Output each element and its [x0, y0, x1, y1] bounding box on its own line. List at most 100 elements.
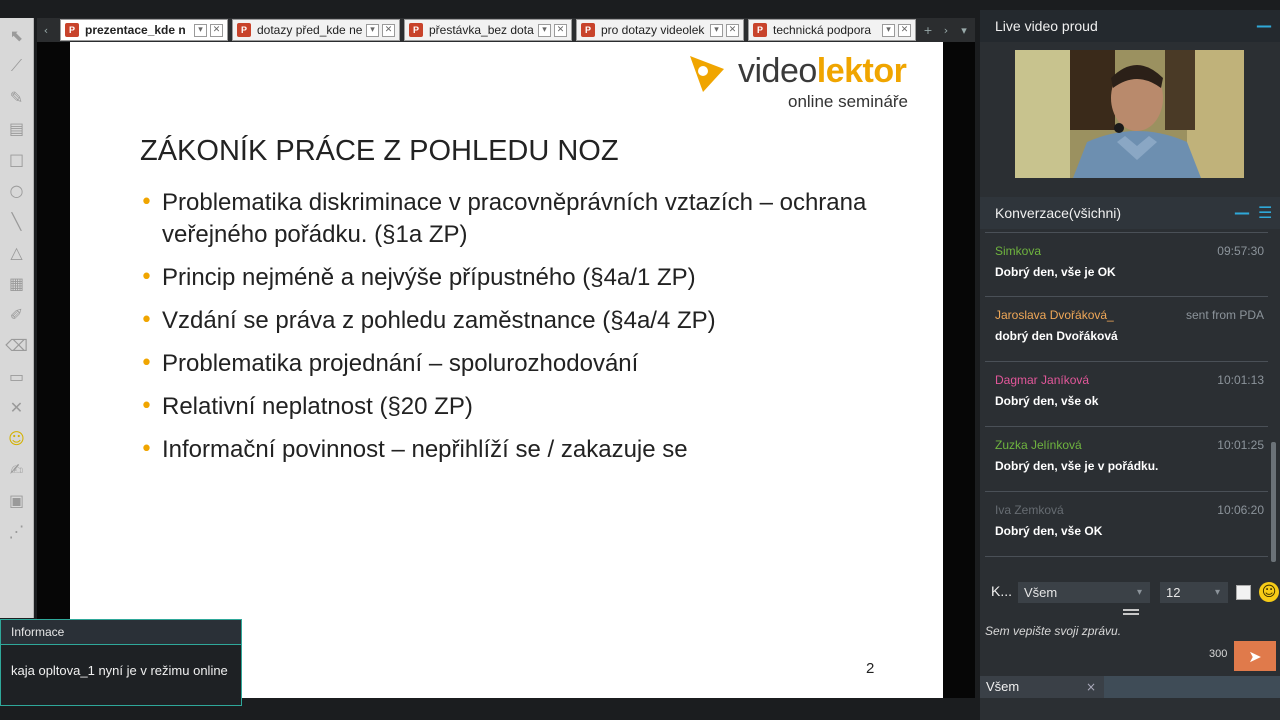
- tab-dropdown-icon[interactable]: ▾: [710, 23, 723, 37]
- message-text: Dobrý den, vše je v pořádku.: [995, 459, 1159, 473]
- tab-close-icon[interactable]: ✕: [554, 23, 567, 37]
- emoji-picker-icon[interactable]: ☺: [1259, 582, 1279, 602]
- video-minimize-icon[interactable]: —: [1256, 10, 1272, 42]
- chat-message: Jaroslava Dvořáková_ sent from PDA dobrý…: [985, 297, 1268, 362]
- bullet-text: Problematika projednání – spolurozhodová…: [162, 350, 639, 377]
- chevron-down-icon: ▾: [1136, 587, 1142, 598]
- bullet-text: Relativní neplatnost (§20 ZP): [162, 393, 473, 420]
- conversation-menu-icon[interactable]: ☰: [1258, 197, 1272, 229]
- eraser-tool-icon[interactable]: ⌫: [3, 331, 31, 359]
- pointer-tool-icon[interactable]: ⬉: [3, 21, 31, 49]
- tab-close-icon[interactable]: ✕: [898, 23, 911, 37]
- message-text: dobrý den Dvořáková: [995, 329, 1118, 343]
- tab-dropdown-icon[interactable]: ▾: [882, 23, 895, 37]
- videolektor-logo: videolektor online semináře: [685, 52, 925, 122]
- message-time: sent from PDA: [1185, 308, 1264, 322]
- powerpoint-icon: P: [581, 23, 595, 37]
- video-panel-title: Live video proud: [995, 18, 1098, 34]
- slide-bullet: • Problematika diskriminace v pracovněprá…: [140, 187, 900, 251]
- powerpoint-icon: P: [753, 23, 767, 37]
- close-icon[interactable]: ×: [1086, 676, 1096, 698]
- diagonal-line-tool-icon[interactable]: ╲: [3, 207, 31, 235]
- bullet-icon: •: [140, 190, 153, 215]
- slide-bullet: • Vzdání se práva z pohledu zaměstnance (…: [140, 305, 900, 337]
- folder-tool-icon[interactable]: ▭: [3, 362, 31, 390]
- drawing-toolbar: ⬉ ⟋ ✎ ▤ □ ○ ╲ △ ▦ ✐ ⌫ ▭ ✕ ☺ ✍ ▣ ⋰: [0, 18, 34, 618]
- slide-bullet: • Informační povinnost – nepřihlíží se / …: [140, 434, 900, 466]
- conversation-minimize-icon[interactable]: —: [1234, 197, 1250, 229]
- line-tool-icon[interactable]: ⟋: [3, 52, 31, 80]
- message-text: Dobrý den, vše OK: [995, 524, 1103, 538]
- tabs-next-icon[interactable]: ›: [938, 21, 954, 39]
- tab-label: přestávka_bez dota: [429, 23, 534, 37]
- chat-message-list[interactable]: Simkova 09:57:30 Dobrý den, vše je OK Ja…: [985, 232, 1268, 572]
- slide-bullet: • Problematika projednání – spolurozhodov…: [140, 348, 900, 380]
- app-window: ⬉ ⟋ ✎ ▤ □ ○ ╲ △ ▦ ✐ ⌫ ▭ ✕ ☺ ✍ ▣ ⋰ ‹ P pr…: [0, 0, 1280, 720]
- tab-close-icon[interactable]: ✕: [210, 23, 223, 37]
- recipient-tabs-strip: [1104, 676, 1280, 698]
- fill-tool-icon[interactable]: ✍: [3, 455, 31, 483]
- chevron-down-icon: ▾: [1214, 587, 1220, 598]
- tab-label: pro dotazy videolek: [601, 23, 705, 37]
- chat-message: Simkova 09:57:30 Dobrý den, vše je OK: [985, 232, 1268, 297]
- message-input[interactable]: [985, 622, 1225, 640]
- triangle-tool-icon[interactable]: △: [3, 238, 31, 266]
- recipient-select[interactable]: Všem ▾: [1018, 582, 1150, 603]
- tab-pro-dotazy[interactable]: P pro dotazy videolek ▾ ✕: [576, 19, 744, 41]
- document-tabbar: ‹ P prezentace_kde n ▾ ✕ P dotazy před_k…: [37, 18, 975, 42]
- chat-scroll-thumb[interactable]: [1271, 442, 1276, 562]
- conversation-title: Konverzace(všichni): [995, 205, 1122, 221]
- font-size-select[interactable]: 12 ▾: [1160, 582, 1228, 603]
- tabs-prev-icon[interactable]: ‹: [38, 21, 54, 39]
- grid-tool-icon[interactable]: ▦: [3, 269, 31, 297]
- logo-word-lektor: lektor: [816, 52, 907, 90]
- right-panel: Live video proud — Konverzace(všichni) —…: [980, 10, 1280, 720]
- text-tool-icon[interactable]: ▤: [3, 114, 31, 142]
- slide-bullet: • Relativní neplatnost (§20 ZP): [140, 391, 900, 423]
- chat-controls: K... Všem ▾ 12 ▾ ☺: [980, 575, 1280, 607]
- bullet-icon: •: [140, 265, 153, 290]
- tab-prestavka[interactable]: P přestávka_bez dota ▾ ✕: [404, 19, 572, 41]
- tab-dropdown-icon[interactable]: ▾: [538, 23, 551, 37]
- powerpoint-icon: P: [237, 23, 251, 37]
- info-notification[interactable]: Informace kaja opltova_1 nyní je v režim…: [0, 619, 242, 706]
- tab-dropdown-icon[interactable]: ▾: [194, 23, 207, 37]
- send-button[interactable]: ➤: [1234, 641, 1276, 671]
- ellipse-tool-icon[interactable]: ○: [3, 176, 31, 204]
- bullet-text: Princip nejméně a nejvýše přípustného (§…: [162, 264, 696, 291]
- tab-label: prezentace_kde n: [85, 23, 186, 37]
- emoji-tool-icon[interactable]: ☺: [3, 424, 31, 452]
- tab-technicka-podpora[interactable]: P technická podpora ▾ ✕: [748, 19, 916, 41]
- tabs-menu-icon[interactable]: ▾: [956, 21, 972, 39]
- pattern-tool-icon[interactable]: ⋰: [3, 517, 31, 545]
- bullet-icon: •: [140, 351, 153, 376]
- recipient-tab-label: Všem: [986, 679, 1020, 694]
- marker-tool-icon[interactable]: ✐: [3, 300, 31, 328]
- char-counter: 300: [1209, 648, 1228, 660]
- pen-tool-icon[interactable]: ✎: [3, 83, 31, 111]
- compose-area: 300 ➤: [980, 616, 1280, 678]
- chat-scrollbar[interactable]: [1269, 232, 1278, 572]
- bullet-icon: •: [140, 308, 153, 333]
- conversation-header: Konverzace(všichni) — ☰: [980, 197, 1280, 229]
- slide-bullet: • Princip nejméně a nejvýše přípustného (…: [140, 262, 900, 294]
- powerpoint-icon: P: [409, 23, 423, 37]
- recipient-label: K...: [991, 583, 1013, 599]
- message-text: Dobrý den, vše ok: [995, 394, 1099, 408]
- stroke-tool-icon[interactable]: ▣: [3, 486, 31, 514]
- resize-grip-icon[interactable]: [1123, 609, 1139, 615]
- add-tab-icon[interactable]: +: [920, 21, 936, 39]
- tab-prezentace[interactable]: P prezentace_kde n ▾ ✕: [60, 19, 228, 41]
- message-time: 10:01:13: [1217, 373, 1264, 387]
- clear-tool-icon[interactable]: ✕: [3, 393, 31, 421]
- tab-dotazy-pred[interactable]: P dotazy před_kde ne ▾ ✕: [232, 19, 400, 41]
- tab-close-icon[interactable]: ✕: [382, 23, 395, 37]
- tab-close-icon[interactable]: ✕: [726, 23, 739, 37]
- option-checkbox[interactable]: [1236, 585, 1251, 600]
- chat-message: Zuzka Jelínková 10:01:25 Dobrý den, vše …: [985, 427, 1268, 492]
- tab-dropdown-icon[interactable]: ▾: [366, 23, 379, 37]
- recipient-tab[interactable]: Všem ×: [980, 676, 1104, 698]
- chat-message: Iva Zemková 10:06:20 Dobrý den, vše OK: [985, 492, 1268, 557]
- rectangle-tool-icon[interactable]: □: [3, 145, 31, 173]
- info-title: Informace: [1, 620, 241, 645]
